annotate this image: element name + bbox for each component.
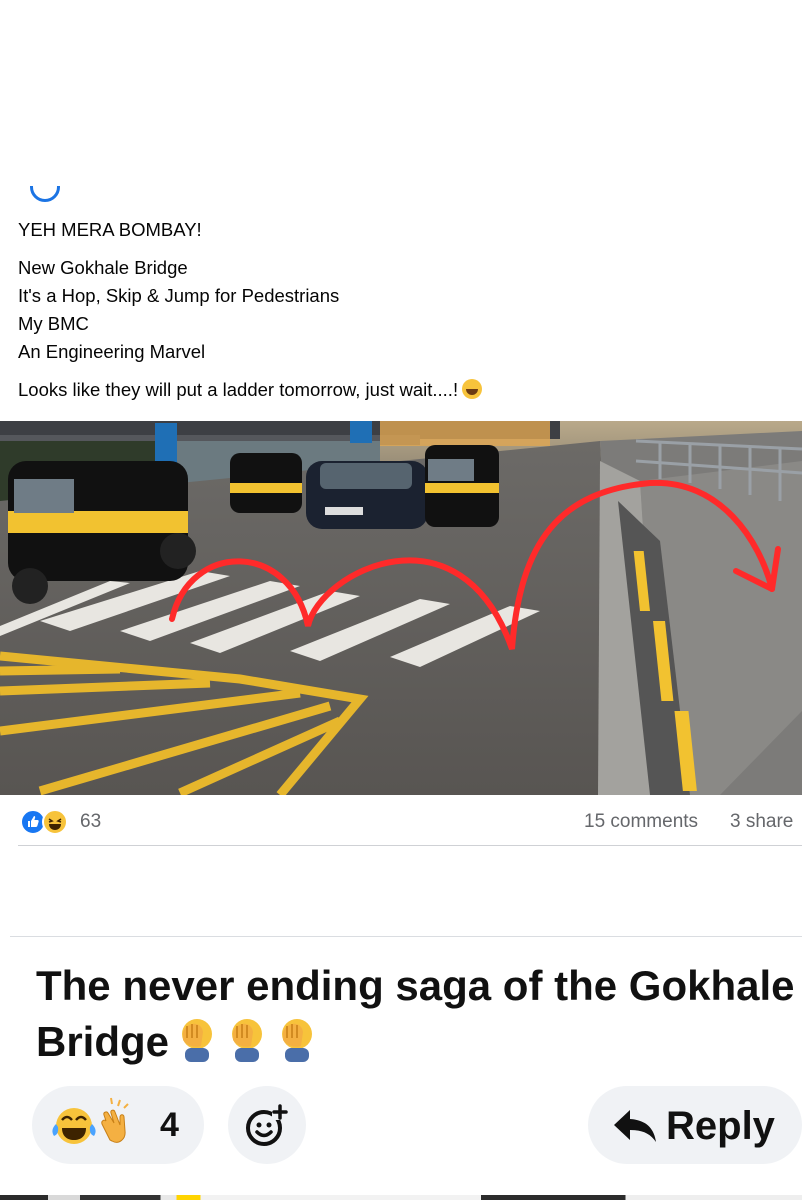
post-line-1: YEH MERA BOMBAY! [18,219,202,240]
reaction-count[interactable]: 63 [80,811,101,833]
add-reaction-button[interactable] [228,1086,306,1164]
clapping-icon [101,1097,129,1143]
comment-reaction-count: 4 [160,1106,179,1144]
shares-count[interactable]: 3 share [730,811,793,833]
reaction-icons[interactable] [20,808,72,836]
screenshot-page: YEH MERA BOMBAY! New Gokhale Bridge It's… [0,0,802,1200]
facepalm-icon [275,1016,319,1064]
post-line-4: My BMC [18,313,89,334]
tears-of-joy-icon [52,1108,96,1144]
post-caption: YEH MERA BOMBAY! New Gokhale Bridge It's… [18,216,788,404]
post-line-6: Looks like they will put a ladder tomorr… [18,376,788,404]
post-divider [18,845,802,846]
facepalm-icon [225,1016,269,1064]
comment-body: The never ending saga of the Gokhale Bri… [36,958,802,1078]
facepalm-icon [175,1016,219,1064]
post-photo[interactable] [0,421,802,795]
comment-reaction-icons [52,1097,129,1144]
avatar[interactable] [30,186,60,204]
post-line-2: New Gokhale Bridge [18,257,188,278]
comment-divider [10,936,802,937]
road-photo-illustration [0,421,802,795]
reactions-bar: 63 15 comments 3 share [18,808,802,836]
post-line-5: An Engineering Marvel [18,341,206,362]
reply-arrow-icon [614,1110,656,1142]
comments-count[interactable]: 15 comments [584,811,698,833]
comment-text: The never ending saga of the Gokhale Bri… [36,962,795,1065]
haha-icon [42,809,68,835]
post-line-6-text: Looks like they will put a ladder tomorr… [18,379,459,400]
reply-button[interactable]: Reply [588,1086,802,1164]
reply-label: Reply [666,1104,775,1148]
bottom-thumbnail-strip [0,1195,802,1200]
post-line-3: It's a Hop, Skip & Jump for Pedestrians [18,285,340,306]
comment-reactions-pill[interactable]: 4 [32,1086,204,1164]
facepalm-emojis [169,1016,319,1078]
laughing-emoji-icon [462,379,483,399]
add-reaction-icon [246,1104,288,1146]
